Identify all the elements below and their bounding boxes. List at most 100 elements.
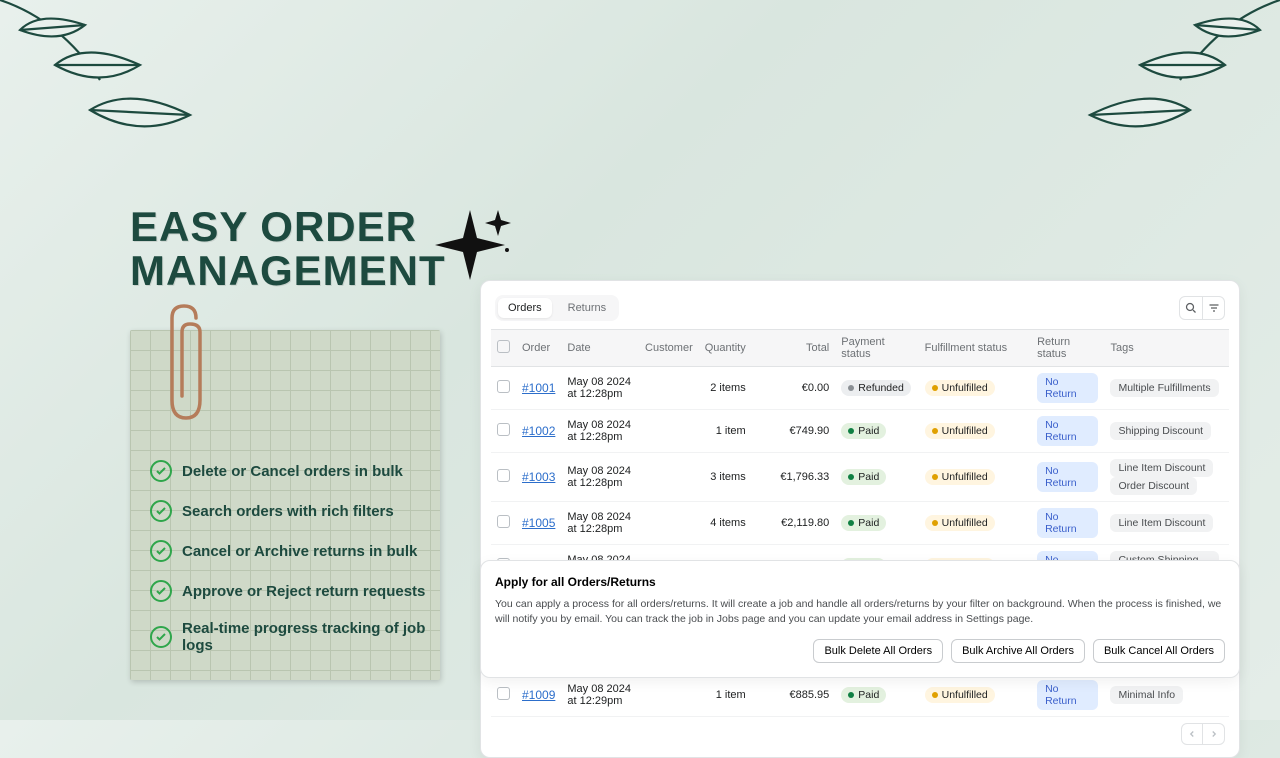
bulk-cancel-button[interactable]: Bulk Cancel All Orders: [1093, 639, 1225, 663]
cell-date: May 08 2024 at 12:29pm: [561, 674, 639, 717]
cell-customer: [639, 502, 699, 545]
fulfillment-status-badge: Unfulfilled: [925, 469, 995, 485]
cell-total: €0.00: [752, 367, 836, 410]
search-icon[interactable]: [1180, 297, 1202, 319]
cell-quantity: 1 item: [699, 410, 752, 453]
column-total: Total: [752, 330, 836, 367]
return-status-badge: No Return: [1037, 416, 1098, 446]
order-link[interactable]: #1009: [522, 688, 555, 702]
column-date: Date: [561, 330, 639, 367]
tag-badge: Line Item Discount: [1110, 459, 1213, 477]
tag-badge: Shipping Discount: [1110, 422, 1211, 440]
bulk-delete-button[interactable]: Bulk Delete All Orders: [813, 639, 943, 663]
fulfillment-status-badge: Unfulfilled: [925, 423, 995, 439]
feature-label: Approve or Reject return requests: [182, 583, 425, 600]
cell-quantity: 1 item: [699, 674, 752, 717]
order-link[interactable]: #1001: [522, 381, 555, 395]
cell-total: €1,796.33: [752, 453, 836, 502]
return-status-badge: No Return: [1037, 373, 1098, 403]
tag-badge: Order Discount: [1110, 477, 1197, 495]
row-checkbox[interactable]: [497, 469, 510, 482]
table-row: #1009 May 08 2024 at 12:29pm 1 item€885.95…: [491, 674, 1229, 717]
fulfillment-status-badge: Unfulfilled: [925, 687, 995, 703]
table-row: #1002 May 08 2024 at 12:28pm 1 item€749.90…: [491, 410, 1229, 453]
table-row: #1001 May 08 2024 at 12:28pm 2 items€0.00 R…: [491, 367, 1229, 410]
feature-item: Cancel or Archive returns in bulk: [150, 540, 450, 562]
apply-all-panel: Apply for all Orders/Returns You can app…: [480, 560, 1240, 678]
fulfillment-status-badge: Unfulfilled: [925, 380, 995, 396]
row-checkbox[interactable]: [497, 515, 510, 528]
table-row: #1003 May 08 2024 at 12:28pm 3 items€1,796…: [491, 453, 1229, 502]
cell-date: May 08 2024 at 12:28pm: [561, 410, 639, 453]
fulfillment-status-badge: Unfulfilled: [925, 515, 995, 531]
orders-panel: Orders Returns Order Date Customer Quant…: [480, 280, 1240, 758]
order-link[interactable]: #1002: [522, 424, 555, 438]
check-icon: [150, 626, 172, 648]
tag-badge: Line Item Discount: [1110, 514, 1213, 532]
check-icon: [150, 580, 172, 602]
return-status-badge: No Return: [1037, 680, 1098, 710]
cell-quantity: 4 items: [699, 502, 752, 545]
feature-list: Delete or Cancel orders in bulk Search or…: [150, 460, 450, 672]
cell-quantity: 3 items: [699, 453, 752, 502]
payment-status-badge: Paid: [841, 515, 886, 531]
tab-orders[interactable]: Orders: [498, 298, 552, 318]
column-customer: Customer: [639, 330, 699, 367]
filter-icon[interactable]: [1202, 297, 1224, 319]
feature-item: Search orders with rich filters: [150, 500, 450, 522]
feature-item: Delete or Cancel orders in bulk: [150, 460, 450, 482]
cell-customer: [639, 453, 699, 502]
row-checkbox[interactable]: [497, 423, 510, 436]
check-icon: [150, 540, 172, 562]
paperclip-icon: [160, 300, 210, 430]
cell-total: €885.95: [752, 674, 836, 717]
payment-status-badge: Refunded: [841, 380, 911, 396]
cell-customer: [639, 674, 699, 717]
cell-customer: [639, 367, 699, 410]
check-icon: [150, 500, 172, 522]
select-all-checkbox[interactable]: [497, 340, 510, 353]
row-checkbox[interactable]: [497, 380, 510, 393]
order-link[interactable]: #1005: [522, 516, 555, 530]
order-link[interactable]: #1003: [522, 470, 555, 484]
bulk-archive-button[interactable]: Bulk Archive All Orders: [951, 639, 1085, 663]
feature-label: Cancel or Archive returns in bulk: [182, 543, 417, 560]
table-row: #1005May 08 2024 at 12:28pm4 items€2,119…: [491, 502, 1229, 545]
feature-label: Search orders with rich filters: [182, 503, 394, 520]
apply-title: Apply for all Orders/Returns: [495, 575, 1225, 589]
payment-status-badge: Paid: [841, 423, 886, 439]
tab-group: Orders Returns: [495, 295, 619, 321]
cell-date: May 08 2024 at 12:28pm: [561, 453, 639, 502]
table-tools: [1179, 296, 1225, 320]
column-order: Order: [516, 330, 561, 367]
tab-returns[interactable]: Returns: [558, 298, 617, 318]
payment-status-badge: Paid: [841, 687, 886, 703]
row-checkbox[interactable]: [497, 687, 510, 700]
column-quantity: Quantity: [699, 330, 752, 367]
next-page-button[interactable]: [1203, 723, 1225, 745]
cell-total: €2,119.80: [752, 502, 836, 545]
cell-quantity: 2 items: [699, 367, 752, 410]
feature-label: Real-time progress tracking of job logs: [182, 620, 450, 654]
prev-page-button[interactable]: [1181, 723, 1203, 745]
cell-customer: [639, 410, 699, 453]
apply-description: You can apply a process for all orders/r…: [495, 597, 1225, 627]
feature-label: Delete or Cancel orders in bulk: [182, 463, 403, 480]
column-payment: Payment status: [835, 330, 918, 367]
tag-badge: Minimal Info: [1110, 686, 1183, 704]
column-return: Return status: [1031, 330, 1104, 367]
page-title: EASY ORDER MANAGEMENT: [130, 205, 446, 293]
cell-date: May 08 2024 at 12:28pm: [561, 367, 639, 410]
return-status-badge: No Return: [1037, 462, 1098, 492]
feature-item: Approve or Reject return requests: [150, 580, 450, 602]
column-fulfillment: Fulfillment status: [919, 330, 1031, 367]
cell-total: €749.90: [752, 410, 836, 453]
decorative-leaves-top-left: [0, 0, 220, 190]
check-icon: [150, 460, 172, 482]
column-tags: Tags: [1104, 330, 1229, 367]
return-status-badge: No Return: [1037, 508, 1098, 538]
tag-badge: Multiple Fulfillments: [1110, 379, 1218, 397]
pagination: [491, 717, 1229, 747]
decorative-leaves-top-right: [1060, 0, 1280, 190]
feature-item: Real-time progress tracking of job logs: [150, 620, 450, 654]
